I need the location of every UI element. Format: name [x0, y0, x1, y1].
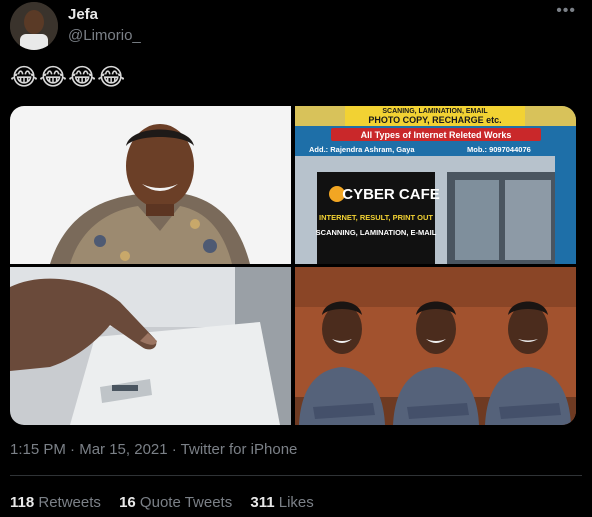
- likes-stat[interactable]: 311 Likes: [250, 494, 313, 511]
- retweets-count: 118: [10, 494, 35, 511]
- shop-cafe-title: CYBER CAFE: [342, 186, 440, 203]
- likes-count: 311: [250, 494, 275, 511]
- avatar-image: [10, 2, 58, 50]
- shop-top-line2: PHOTO COPY, RECHARGE etc.: [368, 115, 501, 125]
- meta-separator-2: ·: [167, 441, 181, 458]
- quote-tweets-count: 16: [119, 494, 136, 511]
- smiling-man-image: [10, 106, 291, 264]
- avatar[interactable]: [10, 2, 58, 50]
- shop-cafe-line1: INTERNET, RESULT, PRINT OUT: [319, 213, 433, 222]
- photo-cyber-cafe[interactable]: SCANING, LAMINATION, EMAIL PHOTO COPY, R…: [295, 106, 576, 264]
- tweet-date[interactable]: Mar 15, 2021: [79, 441, 167, 458]
- photo-smiling-man[interactable]: [10, 106, 291, 264]
- media-grid: SCANING, LAMINATION, EMAIL PHOTO COPY, R…: [10, 106, 576, 425]
- shop-address: Add.: Rajendra Ashram, Gaya: [309, 145, 415, 154]
- divider: [10, 475, 582, 476]
- shop-banner: All Types of Internet Releted Works: [361, 130, 512, 140]
- tweet-text: 😂😂😂😂: [10, 64, 127, 91]
- shop-top-line1: SCANING, LAMINATION, EMAIL: [382, 108, 488, 115]
- meta-separator-1: ·: [65, 441, 80, 458]
- shop-mobile: Mob.: 9097044076: [467, 145, 531, 154]
- printer-image: [10, 267, 291, 425]
- retweets-label: Retweets: [34, 494, 101, 511]
- tweet-stats: 118 Retweets 16 Quote Tweets 311 Likes: [10, 494, 328, 511]
- tweet-time[interactable]: 1:15 PM: [10, 441, 66, 458]
- tweet-meta: 1:15 PM · Mar 15, 2021 · Twitter for iPh…: [10, 441, 297, 458]
- likes-label: Likes: [274, 494, 314, 511]
- quote-tweets-stat[interactable]: 16 Quote Tweets: [119, 494, 232, 511]
- more-options-icon[interactable]: •••: [556, 2, 576, 20]
- photo-printer[interactable]: [10, 267, 291, 425]
- quote-tweets-label: Quote Tweets: [135, 494, 233, 511]
- tweet-source[interactable]: Twitter for iPhone: [181, 441, 298, 458]
- retweets-stat[interactable]: 118 Retweets: [10, 494, 101, 511]
- cyber-cafe-image: SCANING, LAMINATION, EMAIL PHOTO COPY, R…: [295, 106, 576, 264]
- author-handle[interactable]: @Limorio_: [68, 27, 141, 44]
- shop-cafe-line2: SCANNING, LAMINATION, E-MAIL: [316, 228, 437, 237]
- three-copies-image: [295, 267, 576, 425]
- author-name[interactable]: Jefa: [68, 6, 98, 23]
- photo-three-copies[interactable]: [295, 267, 576, 425]
